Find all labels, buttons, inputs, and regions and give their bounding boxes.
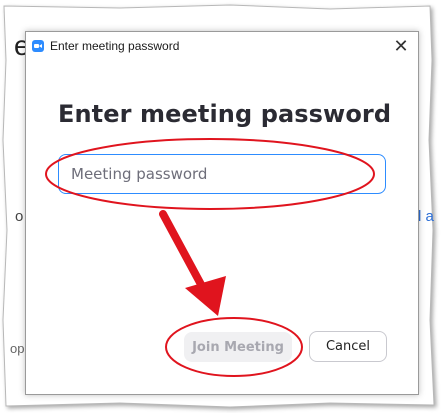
password-dialog: Enter meeting password ✕ Enter meeting p… [25,31,419,395]
meeting-password-input[interactable] [58,154,386,194]
background-fragment-link: l a [418,208,434,225]
cancel-button[interactable]: Cancel [309,331,387,362]
window-title: Enter meeting password [50,39,180,53]
dialog-titlebar: Enter meeting password ✕ [26,32,418,60]
background-fragment-o: o [15,208,24,225]
dialog-heading: Enter meeting password [58,100,392,128]
background-fragment-op: op [10,341,25,356]
zoom-camera-icon [32,40,44,52]
join-meeting-button[interactable]: Join Meeting [184,332,292,362]
close-icon[interactable]: ✕ [388,34,414,58]
screenshot-stage: e o l a op Enter meeting password ✕ Ente… [0,0,443,413]
